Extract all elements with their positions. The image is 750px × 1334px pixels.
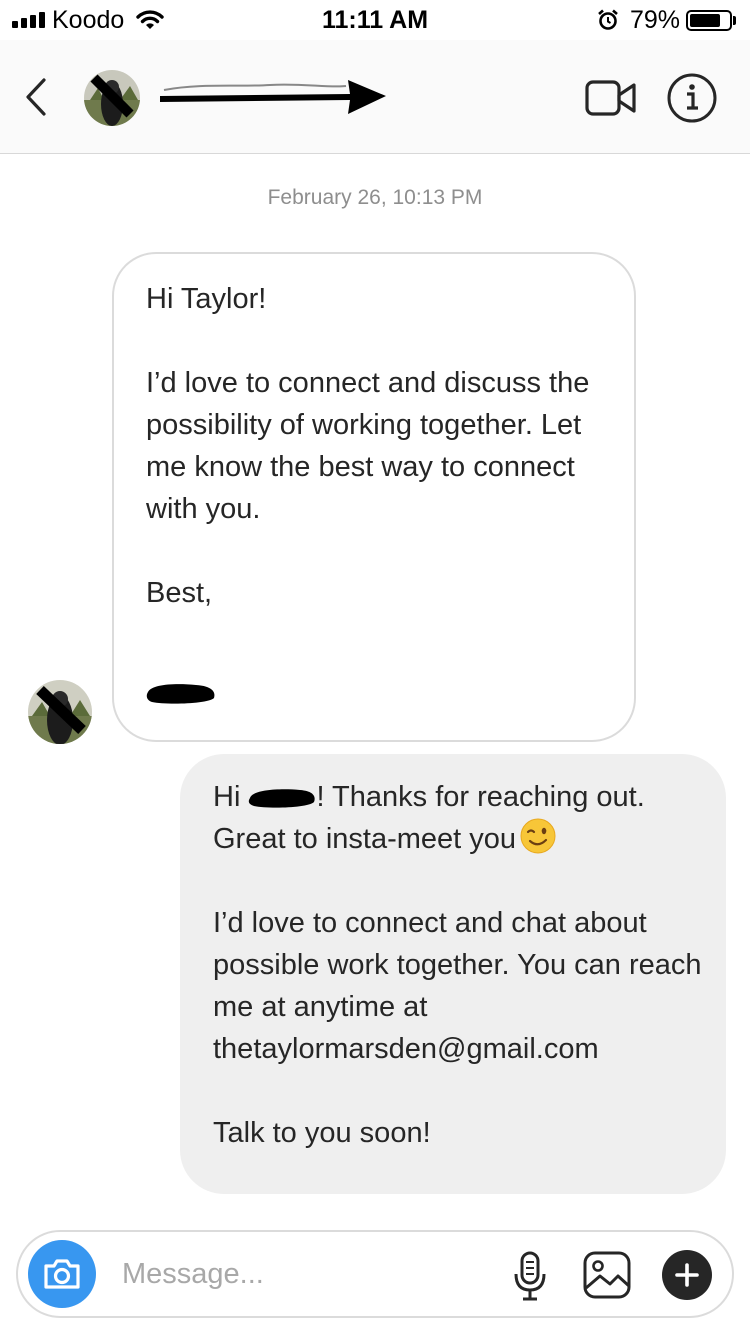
contact-avatar[interactable] bbox=[84, 70, 140, 126]
outgoing-message-bubble[interactable]: Hi ! Thanks for reaching out. Great to i… bbox=[180, 754, 726, 1194]
plus-button[interactable] bbox=[662, 1250, 712, 1300]
incoming-closing: Best, bbox=[146, 577, 213, 609]
gallery-icon[interactable] bbox=[582, 1250, 632, 1300]
alarm-icon bbox=[598, 9, 618, 30]
outgoing-closing: Talk to you soon! bbox=[213, 1117, 431, 1149]
status-bar: Koodo 11:11 AM 79% bbox=[0, 0, 750, 40]
signature-redaction bbox=[146, 684, 215, 704]
battery-percent: 79% bbox=[630, 6, 681, 34]
contact-name-redacted[interactable] bbox=[160, 68, 390, 124]
info-icon[interactable] bbox=[666, 72, 718, 124]
incoming-body: I’d love to connect and discuss the poss… bbox=[146, 367, 590, 525]
outgoing-first-paragraph: Hi ! Thanks for reaching out. Great to i… bbox=[213, 776, 713, 860]
message-input[interactable] bbox=[122, 1252, 482, 1296]
winking-face-emoji bbox=[520, 818, 556, 854]
sender-avatar[interactable] bbox=[28, 680, 92, 744]
outgoing-body: I’d love to connect and chat about possi… bbox=[213, 907, 702, 1065]
battery-level-fill bbox=[690, 14, 721, 27]
outgoing-greeting-start: Hi bbox=[213, 781, 249, 813]
incoming-greeting: Hi Taylor! bbox=[146, 283, 267, 315]
video-camera-icon[interactable] bbox=[584, 76, 638, 120]
outgoing-message-text: Hi ! Thanks for reaching out. Great to i… bbox=[213, 776, 713, 1196]
chat-header bbox=[0, 40, 750, 154]
camera-button[interactable] bbox=[28, 1240, 96, 1308]
battery-icon bbox=[686, 10, 732, 31]
name-redaction bbox=[249, 789, 316, 808]
battery-tip bbox=[733, 16, 736, 25]
message-composer bbox=[16, 1230, 734, 1318]
message-timestamp: February 26, 10:13 PM bbox=[267, 186, 483, 209]
plus-icon bbox=[675, 1263, 699, 1287]
microphone-icon[interactable] bbox=[512, 1250, 548, 1302]
incoming-message-bubble[interactable]: Hi Taylor! I’d love to connect and discu… bbox=[112, 252, 636, 742]
camera-icon bbox=[44, 1259, 80, 1289]
incoming-message-text: Hi Taylor! I’d love to connect and discu… bbox=[146, 278, 616, 656]
back-chevron-icon[interactable] bbox=[20, 74, 56, 120]
